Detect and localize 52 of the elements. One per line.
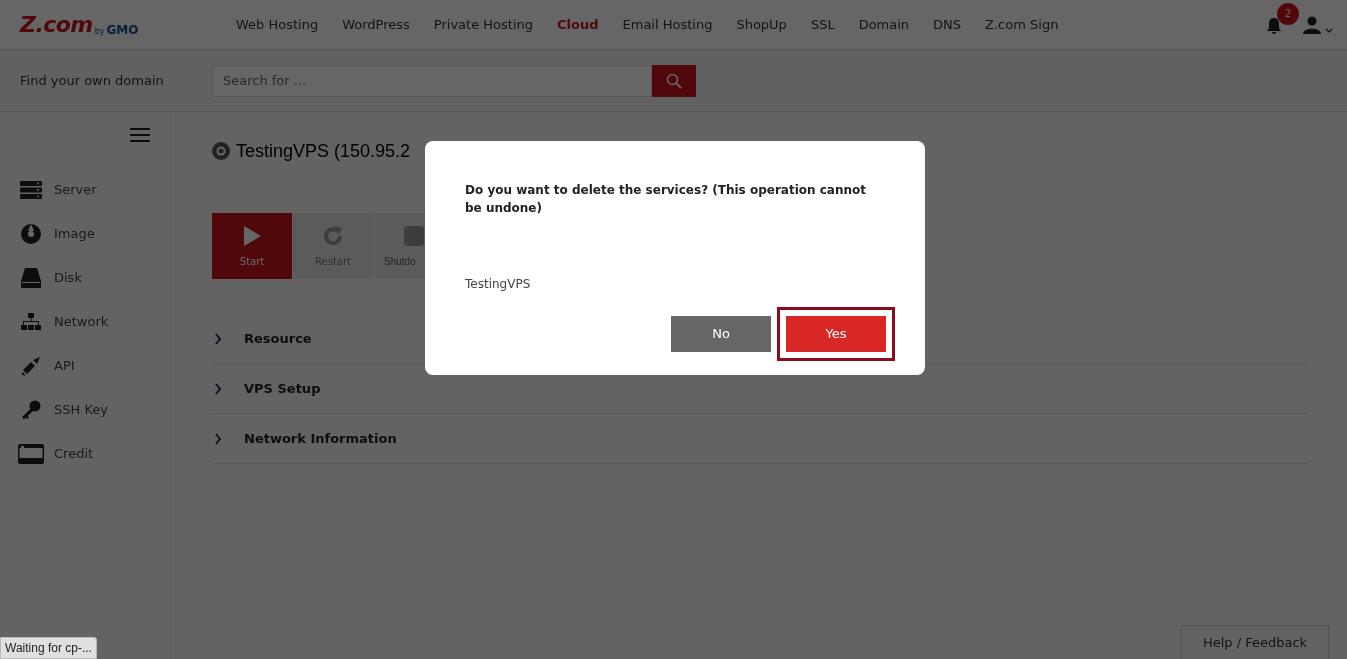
status-icon [212, 142, 230, 160]
stop-icon [403, 225, 425, 247]
service-name: TestingVPS [465, 276, 532, 293]
search-label: Find your own domain [19, 71, 165, 90]
nav-link[interactable]: WordPress [342, 14, 410, 35]
accordion-row[interactable]: Network Information [212, 414, 1309, 464]
sidebar-item[interactable]: Image [0, 212, 170, 256]
user-icon [1303, 15, 1321, 34]
search-button[interactable] [652, 64, 696, 97]
sidebar-item[interactable]: Network [0, 300, 170, 344]
sidebar-item[interactable]: Server [0, 168, 170, 212]
logo-byline: by [94, 27, 105, 36]
caret-icon [1325, 27, 1333, 34]
sidebar-item[interactable]: API [0, 344, 170, 388]
logo-brand: GMO [106, 23, 139, 36]
drive-icon [21, 268, 41, 288]
nav-link[interactable]: Email Hosting [622, 14, 713, 35]
sidebar-item[interactable]: SSH Key [0, 388, 170, 432]
chevron-icon [214, 332, 222, 345]
hierarchy-icon [21, 313, 41, 331]
play-icon [241, 225, 263, 247]
help-feedback-button[interactable]: Help / Feedback [1181, 625, 1329, 659]
nav-link[interactable]: Private Hosting [433, 14, 533, 35]
bell-icon [1265, 16, 1283, 35]
nav-link[interactable]: Cloud [557, 14, 599, 35]
card-icon [18, 444, 44, 464]
sidebar-item[interactable]: Disk [0, 256, 170, 300]
chevron-icon [214, 432, 222, 445]
search-icon [666, 72, 682, 89]
dialog-message: Do you want to delete the services? (This operation cannot be undone) [465, 182, 867, 217]
action-button[interactable]: Start [212, 213, 292, 279]
yes-button[interactable]: Yes [786, 316, 886, 352]
nav-link[interactable]: ShopUp [736, 14, 787, 35]
nav-link[interactable]: DNS [933, 14, 962, 35]
sidebar-item[interactable]: Credit [0, 432, 170, 476]
logo-text[interactable]: Z.com [20, 13, 93, 36]
search-field[interactable]: Search for ... [212, 64, 652, 97]
nav-link[interactable]: Web Hosting [236, 14, 319, 35]
user-menu[interactable] [1303, 15, 1333, 34]
server-title: TestingVPS (150.95.2 [236, 139, 411, 163]
nav-link[interactable]: Z.com Sign [985, 14, 1059, 35]
key-icon [21, 400, 41, 420]
notification-badge: 2 [1277, 2, 1299, 25]
disc-icon [21, 224, 41, 244]
restart-icon [322, 225, 344, 247]
nav-link[interactable]: SSL [810, 14, 835, 35]
server-icon [20, 181, 42, 199]
chevron-icon [214, 382, 222, 395]
status-tooltip: Waiting for cp-... [0, 637, 97, 659]
menu-icon [130, 128, 150, 142]
nav-link[interactable]: Domain [858, 14, 910, 35]
no-button[interactable]: No [671, 316, 771, 352]
